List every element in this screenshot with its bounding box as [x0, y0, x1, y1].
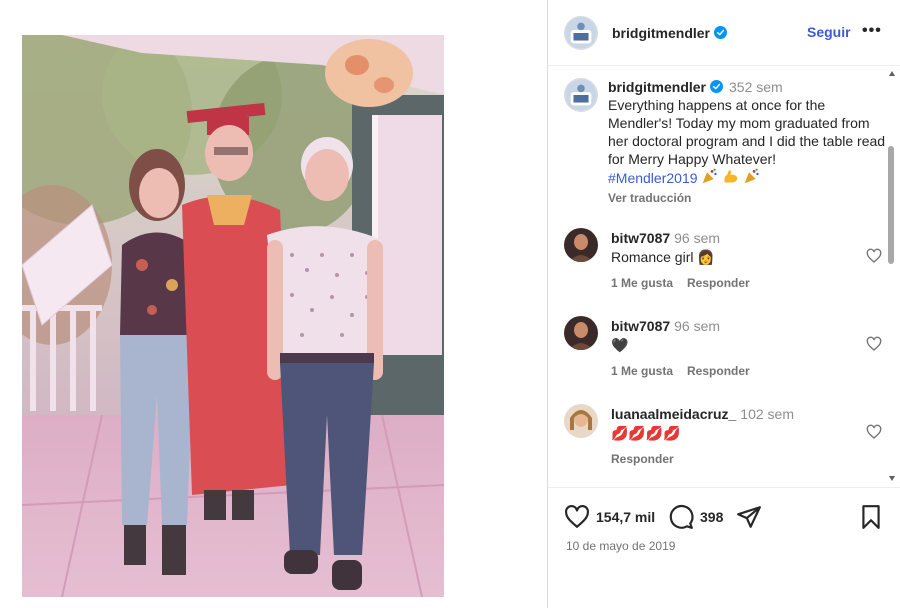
comment-avatar[interactable] [564, 228, 598, 262]
comment-icon[interactable] [668, 504, 694, 530]
comment-reply-button[interactable]: Responder [687, 364, 750, 378]
comment-item: bitw7087 96 sem Romance girl 👩 1 Me gusta… [564, 228, 884, 298]
comment-time[interactable]: 96 sem [674, 318, 720, 334]
author-avatar[interactable] [564, 15, 598, 50]
likes-count[interactable]: 154,7 mil [596, 509, 655, 525]
comment-username-row: bitw7087 96 sem [611, 230, 720, 246]
comment-text: Romance girl 👩 [611, 249, 715, 265]
comment-likes-link[interactable]: 1 Me gusta [611, 276, 673, 290]
comment-time[interactable]: 102 sem [740, 406, 794, 422]
share-action[interactable] [736, 504, 762, 530]
caption-time[interactable]: 352 sem [729, 79, 783, 95]
comment-meta: 1 Me gusta Responder [611, 364, 750, 378]
like-action[interactable]: 154,7 mil [564, 504, 655, 530]
post-date[interactable]: 10 de mayo de 2019 [566, 539, 675, 553]
comment-meta: 1 Me gusta Responder [611, 276, 750, 290]
party-popper-icon [744, 168, 759, 184]
verified-badge-icon [714, 25, 728, 39]
comment-reply-button[interactable]: Responder [611, 452, 674, 466]
comment-like-heart-icon[interactable] [866, 336, 882, 352]
send-icon[interactable] [736, 504, 762, 530]
comment-avatar[interactable] [564, 316, 598, 350]
follow-button[interactable]: Seguir [807, 24, 851, 40]
heart-icon[interactable] [564, 504, 590, 530]
translate-link[interactable]: Ver traducción [608, 189, 888, 207]
comment-like-heart-icon[interactable] [866, 424, 882, 440]
comment-username[interactable]: bitw7087 [611, 230, 670, 246]
author-username[interactable]: bridgitmendler [612, 25, 728, 41]
post-photo[interactable] [22, 35, 444, 597]
comment-avatar[interactable] [564, 404, 598, 438]
comment-likes-link[interactable]: 1 Me gusta [611, 364, 673, 378]
comment-username[interactable]: bitw7087 [611, 318, 670, 334]
media-pane [0, 0, 548, 608]
flexed-biceps-icon [724, 170, 738, 183]
post-header: bridgitmendler Seguir ••• [548, 0, 900, 66]
comment-text: 💋💋💋💋 [611, 425, 681, 441]
comments-scroll-area[interactable]: bridgitmendler 352 sem Everything happens… [548, 66, 900, 486]
verified-badge-icon [710, 80, 724, 93]
comment-like-heart-icon[interactable] [866, 248, 882, 264]
comment-text: 🖤 [611, 337, 629, 353]
comments-scrollbar[interactable] [888, 146, 894, 264]
bookmark-icon[interactable] [858, 504, 884, 530]
comment-action[interactable]: 398 [668, 504, 723, 530]
party-popper-icon [703, 168, 718, 184]
post-photo-image [22, 35, 444, 597]
comment-username-row: luanaalmeidacruz_ 102 sem [611, 406, 794, 422]
post-caption: bridgitmendler 352 sem Everything happens… [564, 78, 890, 207]
scroll-down-arrow-icon[interactable] [888, 474, 896, 482]
caption-username[interactable]: bridgitmendler [608, 79, 706, 95]
post-actions: 154,7 mil 398 10 de mayo de 2019 [548, 487, 900, 608]
comment-time[interactable]: 96 sem [674, 230, 720, 246]
comment-username-row: bitw7087 96 sem [611, 318, 720, 334]
comment-username[interactable]: luanaalmeidacruz_ [611, 406, 736, 422]
comment-reply-button[interactable]: Responder [687, 276, 750, 290]
comments-count[interactable]: 398 [700, 509, 723, 525]
post-sidebar: bridgitmendler Seguir ••• bridgitmendler… [548, 0, 900, 608]
scroll-up-arrow-icon[interactable] [888, 70, 896, 78]
caption-hashtag[interactable]: #Mendler2019 [608, 170, 698, 186]
author-username-text[interactable]: bridgitmendler [612, 25, 710, 41]
comment-item: luanaalmeidacruz_ 102 sem 💋💋💋💋 Responder [564, 404, 884, 474]
comment-item: bitw7087 96 sem 🖤 1 Me gusta Responder [564, 316, 884, 386]
caption-body: bridgitmendler 352 sem Everything happens… [608, 78, 888, 207]
comment-meta: Responder [611, 452, 674, 466]
caption-avatar[interactable] [564, 78, 598, 112]
more-options-icon[interactable]: ••• [862, 22, 882, 40]
save-action[interactable] [858, 504, 884, 530]
caption-text: Everything happens at once for the Mendl… [608, 97, 886, 167]
